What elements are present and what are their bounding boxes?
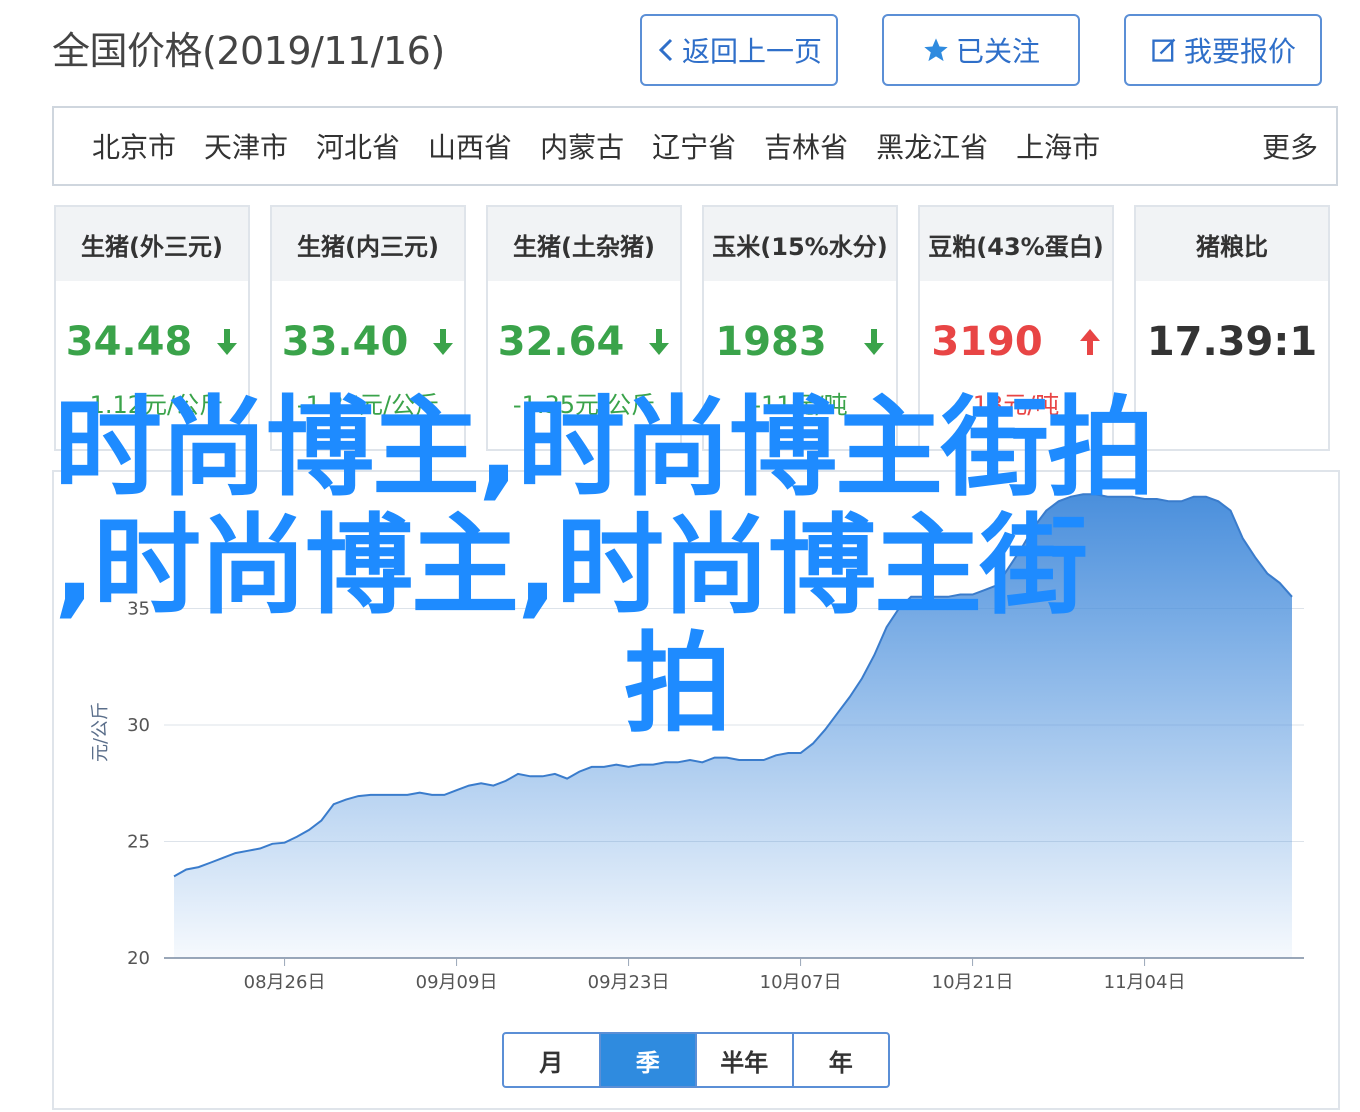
- card-title: 猪粮比: [1136, 207, 1328, 281]
- card-value-row: 33.40: [272, 319, 464, 367]
- back-button-label: 返回上一页: [681, 35, 822, 68]
- report-price-button[interactable]: 我要报价: [1124, 14, 1322, 86]
- back-button[interactable]: 返回上一页: [640, 14, 838, 86]
- card-value-row: 1983: [704, 319, 896, 367]
- period-tabs: 月 季 半年 年: [502, 1032, 890, 1088]
- y-tick-label: 25: [127, 832, 150, 853]
- regions-more-link[interactable]: 更多: [1262, 126, 1318, 166]
- region-item[interactable]: 内蒙古: [540, 126, 624, 166]
- card-title: 豆粕(43%蛋白): [920, 207, 1112, 281]
- overlay-line: ,时尚博主,时尚博主街: [54, 504, 1088, 629]
- region-item[interactable]: 天津市: [204, 126, 288, 166]
- star-icon: [922, 36, 950, 64]
- x-tick-label: 10月07日: [760, 972, 842, 993]
- page-title: 全国价格(2019/11/16): [52, 29, 445, 73]
- region-bar: 北京市 天津市 河北省 山西省 内蒙古 辽宁省 吉林省 黑龙江省 上海市 更多: [52, 106, 1338, 186]
- card-value-row: 34.48: [56, 319, 248, 367]
- x-tick-label: 11月04日: [1104, 972, 1186, 993]
- x-tick-label: 09月23日: [588, 972, 670, 993]
- x-tick-label: 08月26日: [244, 972, 326, 993]
- card-value-row: 17.39:1: [1136, 319, 1328, 365]
- overlay-headline: 时尚博主,时尚博主街拍 ,时尚博主,时尚博主街 拍: [54, 390, 1254, 744]
- report-price-button-label: 我要报价: [1183, 35, 1296, 68]
- chevron-left-icon: [656, 36, 676, 64]
- card-title: 生猪(土杂猪): [488, 207, 680, 281]
- overlay-line: 拍: [624, 622, 732, 747]
- tab-year[interactable]: 年: [794, 1034, 889, 1086]
- card-title: 玉米(15%水分): [704, 207, 896, 281]
- card-value: 17.39:1: [1146, 319, 1318, 365]
- follow-button[interactable]: 已关注: [882, 14, 1080, 86]
- card-value: 34.48: [65, 319, 193, 365]
- card-value: 33.40: [281, 319, 409, 365]
- region-item[interactable]: 黑龙江省: [876, 126, 988, 166]
- follow-button-label: 已关注: [955, 35, 1040, 68]
- arrow-down-icon: [863, 321, 885, 367]
- region-item[interactable]: 上海市: [1016, 126, 1100, 166]
- card-value: 3190: [931, 319, 1043, 365]
- arrow-up-icon: [1079, 321, 1101, 367]
- x-tick-label: 10月21日: [932, 972, 1014, 993]
- tab-month[interactable]: 月: [504, 1034, 601, 1086]
- region-item[interactable]: 吉林省: [764, 126, 848, 166]
- tab-half-year[interactable]: 半年: [697, 1034, 794, 1086]
- card-value: 1983: [715, 319, 827, 365]
- card-value: 32.64: [497, 319, 625, 365]
- region-item[interactable]: 北京市: [92, 126, 176, 166]
- card-title: 生猪(外三元): [56, 207, 248, 281]
- edit-icon: [1150, 36, 1178, 64]
- tab-quarter[interactable]: 季: [600, 1034, 697, 1086]
- arrow-down-icon: [216, 321, 238, 367]
- y-tick-label: 20: [127, 948, 150, 969]
- card-value-row: 32.64: [488, 319, 680, 367]
- region-item[interactable]: 河北省: [316, 126, 400, 166]
- region-item[interactable]: 辽宁省: [652, 126, 736, 166]
- arrow-down-icon: [648, 321, 670, 367]
- overlay-line: 时尚博主,时尚博主街拍: [54, 386, 1155, 511]
- x-tick-label: 09月09日: [416, 972, 498, 993]
- arrow-down-icon: [432, 321, 454, 367]
- region-item[interactable]: 山西省: [428, 126, 512, 166]
- card-value-row: 3190: [920, 319, 1112, 367]
- card-title: 生猪(内三元): [272, 207, 464, 281]
